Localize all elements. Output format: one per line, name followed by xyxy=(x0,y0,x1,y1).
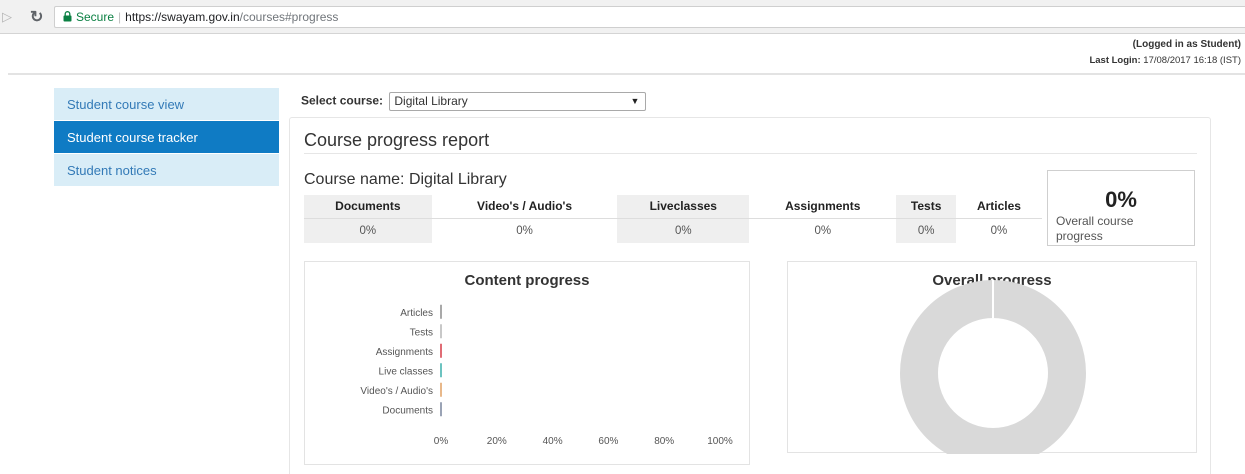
address-bar[interactable]: Secure | https://swayam.gov.in/courses#pro… xyxy=(54,6,1245,28)
bar-label: Assignments xyxy=(376,347,433,358)
forward-icon[interactable]: ▷ xyxy=(2,9,12,25)
overall-percent: 0% xyxy=(1105,187,1137,212)
x-tick-label: 60% xyxy=(598,436,618,447)
value-videos-audios: 0% xyxy=(516,224,533,237)
col-tests: Tests xyxy=(896,195,956,219)
sidebar: Student course view Student course track… xyxy=(54,88,279,187)
donut-slice xyxy=(900,280,1086,454)
x-tick-label: 80% xyxy=(654,436,674,447)
x-tick-label: 20% xyxy=(487,436,507,447)
last-login-value: 17/08/2017 16:18 (IST) xyxy=(1140,55,1241,66)
value-assignments: 0% xyxy=(814,224,832,237)
sidebar-item-course-view[interactable]: Student course view xyxy=(54,88,279,121)
x-tick-label: 40% xyxy=(543,436,563,447)
table-header-row: Documents Video's / Audio's Liveclasses … xyxy=(304,195,1042,219)
header-divider xyxy=(8,73,1245,75)
logged-in-as: (Logged in as Student) xyxy=(1132,39,1241,50)
browser-toolbar: ▷ ↻ Secure | https://swayam.gov.in/courses… xyxy=(0,0,1245,34)
bar xyxy=(440,363,442,378)
sidebar-item-notices[interactable]: Student notices xyxy=(54,154,279,187)
bar-label: Live classes xyxy=(379,366,433,377)
course-name: Course name: Digital Library xyxy=(304,171,507,188)
last-login: Last Login: 17/08/2017 16:18 (IST) xyxy=(1089,53,1241,69)
last-login-label: Last Login: xyxy=(1089,55,1141,66)
overall-progress-box: 0% Overall course progress xyxy=(1047,170,1195,246)
table-row: 0% 0% 0% 0% 0% 0% xyxy=(304,218,1042,243)
value-documents: 0% xyxy=(304,218,432,243)
progress-panel: Course progress report Course name: Digi… xyxy=(289,117,1211,474)
secure-label: Secure xyxy=(76,10,115,24)
select-course-row: Select course: Digital Library ▼ xyxy=(301,92,647,111)
url-path: /courses#progress xyxy=(239,10,339,24)
x-tick-label: 100% xyxy=(707,436,733,447)
x-tick-label: 0% xyxy=(434,436,449,447)
panel-title: Course progress report xyxy=(304,130,490,150)
bar xyxy=(440,402,442,417)
overall-progress-card: Overall progress xyxy=(787,261,1197,454)
course-select[interactable]: Digital Library ▼ xyxy=(389,92,647,111)
bar-label: Video's / Audio's xyxy=(360,386,433,397)
col-assignments: Assignments xyxy=(749,195,897,219)
course-select-value: Digital Library xyxy=(394,94,468,108)
bar-label: Tests xyxy=(410,327,433,338)
value-liveclasses: 0% xyxy=(617,218,750,243)
url-separator: | xyxy=(118,10,122,24)
overall-label: Overall course progress xyxy=(1056,214,1134,243)
content-progress-card: Content progress Articles Tests Assignment… xyxy=(304,261,750,465)
overall-progress-chart xyxy=(900,280,1086,454)
panel-divider xyxy=(304,153,1197,154)
bar xyxy=(440,304,442,319)
col-documents: Documents xyxy=(304,195,432,219)
bar-label: Documents xyxy=(382,405,433,416)
user-info: (Logged in as Student) Last Login: 17/08… xyxy=(1089,37,1241,69)
bar-label: Articles xyxy=(400,308,433,319)
chevron-down-icon: ▼ xyxy=(630,96,640,106)
content-progress-chart: Articles Tests Assignments Live classes Vide… xyxy=(360,304,733,447)
value-articles: 0% xyxy=(990,224,1008,237)
col-liveclasses: Liveclasses xyxy=(617,195,750,219)
url-host: https://swayam.gov.in xyxy=(125,10,240,24)
bar xyxy=(440,343,442,358)
lock-icon xyxy=(63,8,72,28)
sidebar-item-course-tracker[interactable]: Student course tracker xyxy=(54,121,279,154)
value-tests: 0% xyxy=(896,218,956,243)
bar xyxy=(440,324,442,339)
select-course-label: Select course: xyxy=(301,93,384,108)
reload-icon[interactable]: ↻ xyxy=(30,7,43,27)
progress-table: Documents Video's / Audio's Liveclasses … xyxy=(304,195,1042,243)
col-videos-audios: Video's / Audio's xyxy=(431,195,618,219)
bar xyxy=(440,382,442,397)
col-articles: Articles xyxy=(955,195,1042,219)
